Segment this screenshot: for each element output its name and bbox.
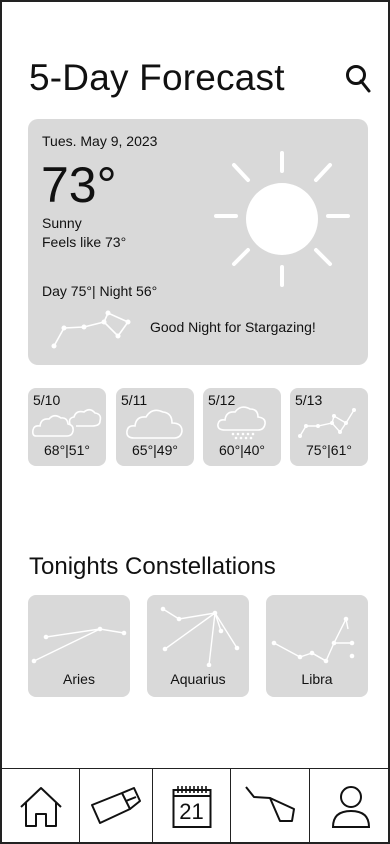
profile-icon [331, 786, 371, 828]
constellations-title: Tonights Constellations [29, 553, 276, 580]
nav-home[interactable] [2, 769, 79, 844]
today-date: Tues. May 9, 2023 [42, 133, 158, 149]
stargazing-constellation-icon [51, 310, 131, 349]
calendar-icon: 21 [172, 785, 212, 829]
nav-profile[interactable] [309, 769, 390, 844]
today-condition: Sunny [42, 215, 82, 231]
forecast-temps: 68°|51° [44, 442, 90, 458]
nav-calendar[interactable]: 21 [152, 769, 230, 844]
forecast-card-day1[interactable]: 5/10 68°|51° [28, 388, 106, 466]
cloudy-icon [32, 408, 102, 437]
constellation-icon [245, 786, 295, 822]
header: 5-Day Forecast [29, 57, 374, 101]
aries-constellation-icon [31, 626, 127, 664]
today-temperature: 73° [41, 157, 117, 213]
forecast-card-day2[interactable]: 5/11 65°|49° [116, 388, 194, 466]
calendar-day-label: 21 [179, 799, 204, 824]
forecast-card-day3[interactable]: 5/12 60°|40° [203, 388, 281, 466]
constellations-row: Aries Aquarius Libra [28, 595, 368, 697]
telescope-icon [91, 787, 141, 824]
constellation-card-aries[interactable]: Aries [28, 595, 130, 697]
app-frame: 5-Day Forecast Tues. May 9, 2023 73° Sun… [0, 0, 390, 844]
forecast-card-day4[interactable]: 5/13 75°|61° [290, 388, 368, 466]
today-day-night-temps: Day 75°| Night 56° [42, 283, 158, 299]
constellation-icon [298, 408, 356, 438]
search-icon [346, 65, 371, 93]
nav-telescope[interactable] [79, 769, 152, 844]
home-icon [19, 787, 62, 827]
constellation-name: Aries [63, 671, 95, 687]
constellation-name: Libra [301, 671, 333, 687]
libra-constellation-icon [271, 616, 355, 664]
forecast-row: 5/10 68°|51° 5/11 65°|49° 5/12 60°|40° 5… [28, 388, 368, 466]
forecast-temps: 65°|49° [132, 442, 178, 458]
nav-constellations[interactable] [230, 769, 309, 844]
bottom-nav: 21 [2, 768, 390, 844]
sun-icon [214, 151, 350, 287]
forecast-temps: 75°|61° [306, 442, 352, 458]
rain-cloud-icon [217, 406, 266, 440]
search-button[interactable] [344, 63, 374, 95]
page-title: 5-Day Forecast [29, 57, 285, 98]
constellation-card-aquarius[interactable]: Aquarius [147, 595, 249, 697]
forecast-temps: 60°|40° [219, 442, 265, 458]
stargazing-message: Good Night for Stargazing! [150, 319, 316, 335]
constellation-name: Aquarius [170, 671, 226, 687]
cloud-icon [126, 409, 183, 439]
today-feels-like: Feels like 73° [42, 234, 127, 250]
aquarius-constellation-icon [160, 606, 240, 667]
constellation-card-libra[interactable]: Libra [266, 595, 368, 697]
today-weather-card: Tues. May 9, 2023 73° Sunny Feels like 7… [28, 119, 368, 365]
